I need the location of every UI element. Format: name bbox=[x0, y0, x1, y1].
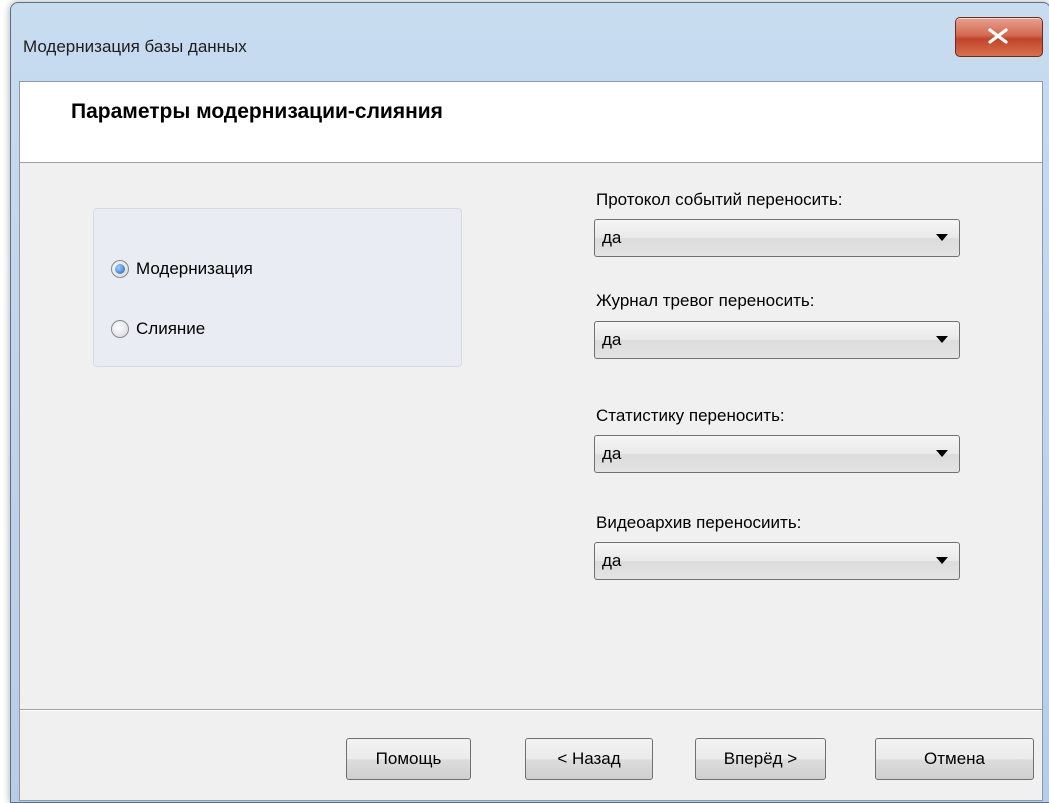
window-title: Модернизация базы данных bbox=[23, 37, 247, 56]
page-title: Параметры модернизации-слияния bbox=[71, 100, 443, 123]
statistics-select[interactable]: да bbox=[594, 435, 960, 473]
select-value: да bbox=[602, 551, 622, 570]
radio-checked-icon[interactable] bbox=[111, 260, 129, 278]
title-bar[interactable]: Модернизация базы данных bbox=[11, 3, 1049, 81]
alarms-select[interactable]: да bbox=[594, 321, 960, 359]
radio-label: Модернизация bbox=[136, 259, 253, 278]
select-value: да bbox=[602, 330, 622, 349]
back-button[interactable]: < Назад bbox=[525, 738, 653, 780]
dialog-window: Модернизация базы данных Параметры модер… bbox=[10, 2, 1049, 803]
footer-divider bbox=[20, 709, 1042, 710]
dropdown-arrow-icon[interactable] bbox=[936, 557, 948, 564]
cancel-button[interactable]: Отмена bbox=[875, 738, 1034, 780]
close-icon bbox=[988, 28, 1008, 44]
events-select[interactable]: да bbox=[594, 219, 960, 257]
dialog-body: Параметры модернизации-слияния Модерниза… bbox=[19, 81, 1043, 801]
radio-label: Слияние bbox=[136, 319, 206, 338]
alarms-label: Журнал тревог переносить: bbox=[596, 291, 815, 310]
videoarchive-label: Видеоархив переносиить: bbox=[596, 513, 802, 532]
events-label: Протокол событий переносить: bbox=[596, 190, 843, 209]
dropdown-arrow-icon[interactable] bbox=[936, 450, 948, 457]
videoarchive-select[interactable]: да bbox=[594, 542, 960, 580]
close-button[interactable] bbox=[955, 17, 1043, 57]
radio-modernization[interactable]: Модернизация bbox=[111, 259, 253, 279]
dropdown-arrow-icon[interactable] bbox=[936, 234, 948, 241]
next-button[interactable]: Вперёд > bbox=[695, 738, 826, 780]
dropdown-arrow-icon[interactable] bbox=[936, 336, 948, 343]
radio-merge[interactable]: Слияние bbox=[111, 319, 205, 339]
wizard-header: Параметры модернизации-слияния bbox=[20, 82, 1042, 163]
select-value: да bbox=[602, 228, 622, 247]
radio-unchecked-icon[interactable] bbox=[111, 320, 129, 338]
mode-group: Модернизация Слияние bbox=[93, 208, 462, 367]
help-button[interactable]: Помощь bbox=[346, 738, 471, 780]
select-value: да bbox=[602, 444, 622, 463]
statistics-label: Статистику переносить: bbox=[596, 406, 785, 425]
